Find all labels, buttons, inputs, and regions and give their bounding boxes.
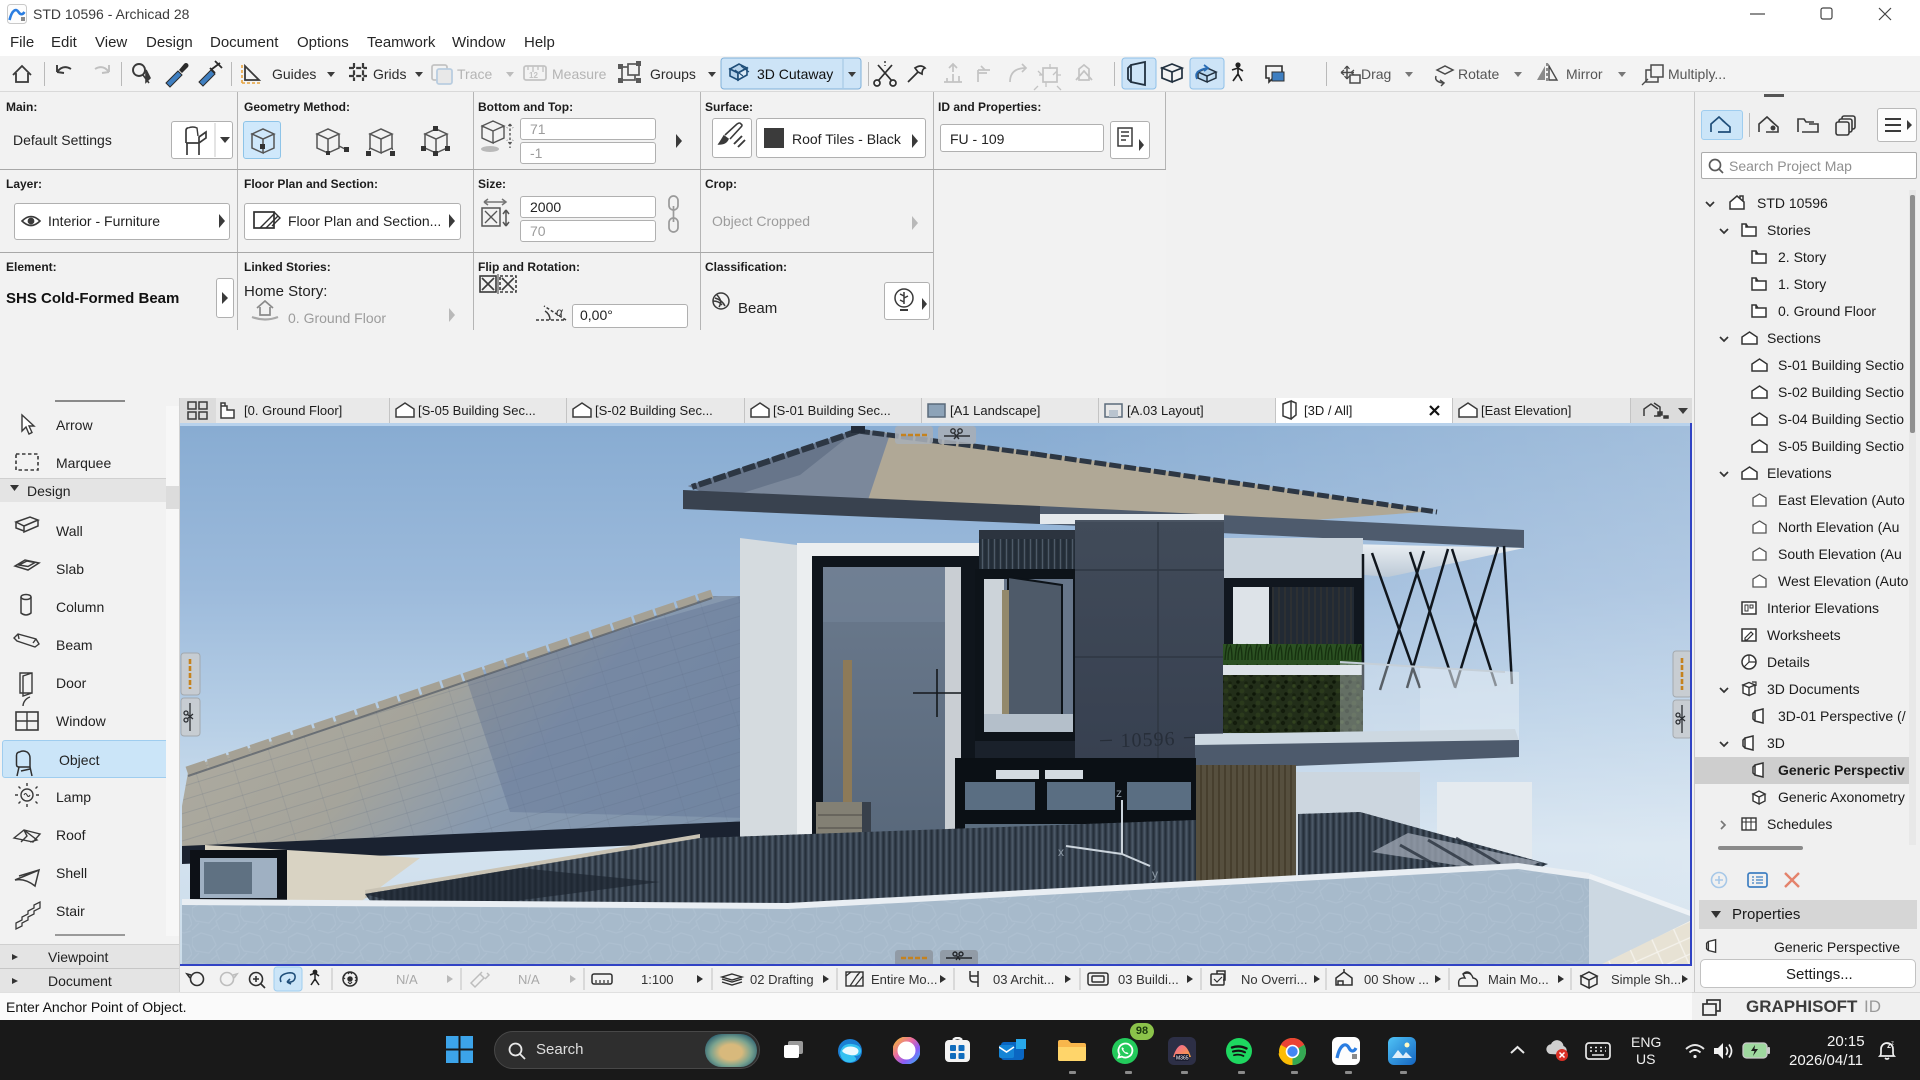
- svg-text:M365: M365: [1176, 1056, 1189, 1062]
- svg-text:10596: 10596: [1120, 728, 1176, 752]
- svg-text:y: y: [1152, 867, 1158, 881]
- svg-text:12: 12: [529, 71, 538, 80]
- svg-text:z: z: [1116, 786, 1122, 800]
- svg-text:α: α: [556, 305, 564, 319]
- svg-text:z: z: [1891, 1041, 1894, 1047]
- svg-text:x: x: [1058, 845, 1064, 859]
